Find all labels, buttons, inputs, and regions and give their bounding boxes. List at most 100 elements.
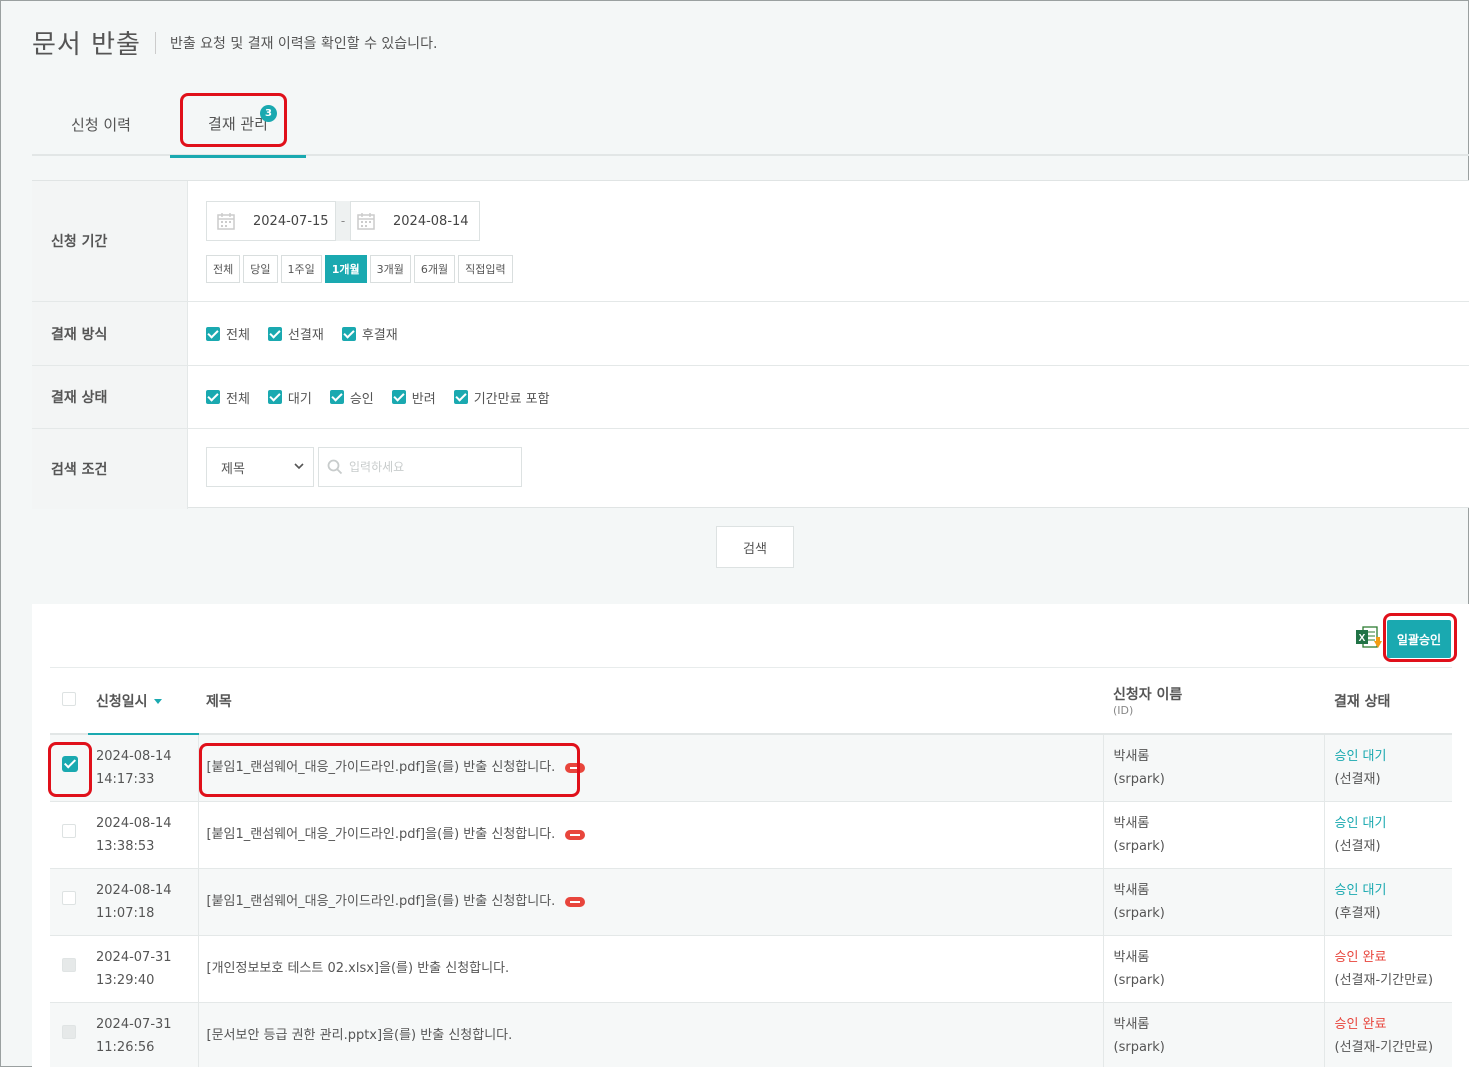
table-row[interactable]: 2024-08-14 13:38:53 [붙임1_랜섬웨어_대응_가이드라인.pd…: [50, 801, 1452, 869]
row-user-id: (srpark): [1113, 1039, 1165, 1055]
row-status: 승인 대기 (후결재): [1323, 868, 1452, 936]
tab-bar: 신청 이력 결재 관리 3: [32, 92, 1469, 158]
method-checkboxes: 전체 선결재 후결재: [206, 302, 398, 365]
tab-approval-management[interactable]: 결재 관리: [170, 92, 306, 158]
row-user-id: (srpark): [1113, 771, 1165, 787]
row-time-value: 14:17:33: [96, 771, 155, 787]
status-rejected-checkbox[interactable]: 반려: [391, 388, 436, 407]
status-include-expired-checkbox[interactable]: 기간만료 포함: [453, 388, 550, 407]
row-checkbox[interactable]: [62, 891, 76, 905]
period-all-button[interactable]: 전체: [206, 255, 241, 283]
row-title-text: [붙임1_랜섬웨어_대응_가이드라인.pdf]을(를) 반출 신청합니다.: [206, 760, 556, 776]
checkbox-checked-icon: [391, 390, 406, 404]
new-icon: [565, 829, 586, 840]
row-title[interactable]: [붙임1_랜섬웨어_대응_가이드라인.pdf]을(를) 반출 신청합니다.: [197, 801, 1103, 869]
row-title-text: [붙임1_랜섬웨어_대응_가이드라인.pdf]을(를) 반출 신청합니다.: [206, 827, 556, 842]
row-date: 2024-07-31 11:26:56: [88, 1002, 198, 1067]
row-checkbox[interactable]: [62, 755, 78, 772]
table-row[interactable]: 2024-08-14 11:07:18 [붙임1_랜섬웨어_대응_가이드라인.pd…: [50, 868, 1452, 936]
row-title[interactable]: [붙임1_랜섬웨어_대응_가이드라인.pdf]을(를) 반출 신청합니다.: [197, 868, 1103, 936]
row-user: 박새롬 (srpark): [1102, 868, 1324, 936]
row-title-text: [문서보안 등급 권한 관리.pptx]을(를) 반출 신청합니다.: [206, 1028, 513, 1043]
row-date-value: 2024-08-14: [96, 748, 172, 764]
method-all-checkbox[interactable]: 전체: [206, 324, 250, 343]
filter-body-period: 2024-07-15 - 2024-08-14 전체 당일 1주일 1개월 3개…: [206, 181, 1469, 301]
search-input-box: [318, 447, 522, 487]
tab-request-history[interactable]: 신청 이력: [32, 92, 170, 156]
row-time-value: 11:26:56: [96, 1039, 155, 1055]
row-title[interactable]: [붙임1_랜섬웨어_대응_가이드라인.pdf]을(를) 반출 신청합니다.: [197, 734, 1103, 802]
filter-label-status: 결재 상태: [32, 366, 188, 428]
row-time-value: 11:07:18: [96, 905, 155, 921]
method-pre-approval-checkbox[interactable]: 선결재: [267, 324, 324, 343]
search-button[interactable]: 검색: [716, 526, 794, 568]
period-6month-button[interactable]: 6개월: [413, 255, 456, 283]
search-input[interactable]: [349, 460, 509, 474]
checkbox-label: 반려: [411, 391, 436, 407]
row-time-value: 13:38:53: [96, 838, 155, 854]
row-date: 2024-08-14 11:07:18: [88, 868, 198, 936]
end-date-input[interactable]: 2024-08-14: [350, 201, 480, 241]
start-date-input[interactable]: 2024-07-15: [206, 201, 336, 241]
table-row[interactable]: 2024-07-31 11:26:56 [문서보안 등급 권한 관리.pptx]을…: [50, 1002, 1452, 1067]
header-user: 신청자 이름 (ID): [1103, 668, 1324, 735]
row-checkbox[interactable]: [62, 824, 76, 838]
row-user: 박새롬 (srpark): [1102, 935, 1324, 1003]
filter-body-method: 전체 선결재 후결재: [206, 302, 1469, 365]
row-select: [50, 935, 88, 1003]
row-date: 2024-08-14 13:38:53: [88, 801, 198, 869]
new-icon: [565, 896, 586, 907]
period-1month-button[interactable]: 1개월: [324, 255, 367, 283]
filter-label-condition: 검색 조건: [32, 429, 188, 509]
bulk-approve-button[interactable]: 일괄승인: [1387, 620, 1451, 658]
row-status: 승인 대기 (선결재): [1323, 734, 1452, 802]
header-date-label: 신청일시: [96, 693, 148, 710]
checkbox-checked-icon: [329, 390, 344, 404]
filter-row-status: 결재 상태 전체 대기 승인 반려 기간만료 포함: [32, 366, 1469, 429]
checkbox-checked-icon: [453, 390, 468, 404]
table-row[interactable]: 2024-07-31 13:29:40 [개인정보보호 테스트 02.xlsx]을…: [50, 935, 1452, 1003]
calendar-icon: [357, 212, 375, 230]
svg-text:X: X: [1359, 633, 1366, 644]
row-user: 박새롬 (srpark): [1102, 801, 1324, 869]
status-badge: 승인 완료: [1334, 1016, 1387, 1032]
row-title[interactable]: [문서보안 등급 권한 관리.pptx]을(를) 반출 신청합니다.: [197, 1002, 1103, 1067]
row-date-value: 2024-07-31: [96, 949, 172, 965]
status-badge: 승인 대기: [1334, 882, 1387, 898]
pending-count-badge: 3: [260, 105, 277, 122]
status-pending-checkbox[interactable]: 대기: [267, 388, 312, 407]
period-1week-button[interactable]: 1주일: [280, 255, 322, 283]
row-select: [50, 801, 88, 869]
search-field-select[interactable]: 제목: [206, 447, 314, 487]
filter-label-method: 결재 방식: [32, 302, 188, 365]
row-title-text: [개인정보보호 테스트 02.xlsx]을(를) 반출 신청합니다.: [206, 961, 510, 976]
table-header-row: 신청일시 제목 신청자 이름 (ID) 결재 상태: [50, 668, 1452, 735]
row-method: (후결재): [1334, 905, 1381, 921]
checkbox-label: 후결재: [361, 328, 398, 343]
checkbox-checked-icon: [267, 326, 282, 341]
checkbox-label: 선결재: [287, 328, 324, 343]
excel-download-icon[interactable]: X: [1355, 624, 1383, 652]
method-post-approval-checkbox[interactable]: 후결재: [341, 324, 398, 343]
header-date[interactable]: 신청일시: [88, 668, 198, 735]
row-select: [50, 734, 88, 802]
row-title[interactable]: [개인정보보호 테스트 02.xlsx]을(를) 반출 신청합니다.: [197, 935, 1103, 1003]
row-user-id: (srpark): [1113, 905, 1165, 921]
status-approved-checkbox[interactable]: 승인: [329, 388, 374, 407]
period-3month-button[interactable]: 3개월: [369, 255, 411, 283]
header-title: 제목: [198, 668, 1103, 735]
table-row[interactable]: 2024-08-14 14:17:33 [붙임1_랜섬웨어_대응_가이드라인.pd…: [50, 734, 1452, 802]
period-custom-button[interactable]: 직접입력: [458, 255, 513, 283]
select-value: 제목: [221, 461, 245, 477]
checkbox-checked-icon: [206, 390, 220, 404]
row-user-name: 박새롬: [1113, 1016, 1150, 1032]
select-all-checkbox[interactable]: [62, 691, 76, 706]
row-date: 2024-08-14 14:17:33: [88, 734, 198, 802]
row-date-value: 2024-08-14: [96, 815, 172, 831]
period-today-button[interactable]: 당일: [243, 255, 278, 283]
row-select: [50, 1002, 88, 1067]
checkbox-label: 승인: [349, 391, 374, 407]
row-select: [50, 868, 88, 936]
status-all-checkbox[interactable]: 전체: [206, 388, 250, 407]
header-select-all: [50, 668, 88, 735]
